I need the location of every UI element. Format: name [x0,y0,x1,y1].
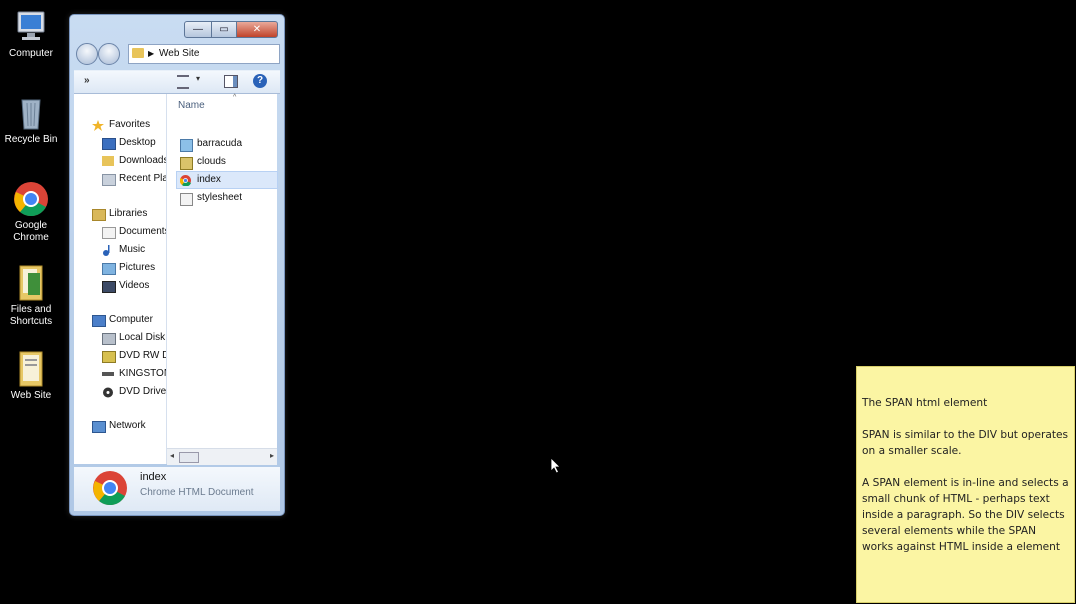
dvd-rw-icon [102,351,116,363]
navigation-row: ▶ Web Site [76,42,280,66]
scroll-left-icon[interactable]: ◂ [170,451,174,460]
details-pane: index Chrome HTML Document [74,467,280,511]
desktop-icon-files-and-shortcuts[interactable]: Files and Shortcuts [2,264,60,328]
computer-icon [12,8,50,46]
recent-places-icon [102,174,116,186]
address-text: Web Site [159,48,200,59]
views-icon[interactable] [177,75,189,89]
file-item-stylesheet[interactable]: stylesheet [177,190,277,206]
column-header-name[interactable]: Name [178,100,205,111]
scroll-right-icon[interactable]: ▸ [270,451,274,460]
window-controls: — ▭ ✕ [184,21,278,38]
close-button[interactable]: ✕ [236,21,278,38]
star-icon [92,120,104,131]
back-button[interactable] [76,43,98,65]
downloads-icon [102,156,114,166]
chrome-icon [92,470,128,506]
desktop-icon-computer[interactable]: Computer [2,8,60,60]
file-item-index[interactable]: index [176,171,278,189]
explorer-window[interactable]: — ▭ ✕ ▶ Web Site » ▾ ? Favorites Desktop… [69,14,285,516]
details-file-name: index [140,471,167,483]
local-disk-icon [102,333,116,345]
image-file-icon [180,139,193,152]
mouse-cursor-icon [550,457,561,474]
desktop-icon-label: Computer [9,48,53,59]
help-button[interactable]: ? [253,74,267,88]
maximize-button[interactable]: ▭ [211,21,237,38]
dvd-drive-icon [102,387,114,398]
views-dropdown-button[interactable]: ▾ [196,74,200,83]
close-icon: ✕ [252,24,262,35]
note-paragraph: A SPAN element is in-line and selects a … [862,477,1069,553]
desktop-icon-label: Google Chrome [13,220,49,243]
sticky-note: The SPAN html element SPAN is similar to… [856,366,1075,603]
desktop-icon-recycle-bin[interactable]: Recycle Bin [2,94,60,146]
preview-pane-button[interactable] [224,75,238,88]
breadcrumb-arrow-icon[interactable]: ▶ [148,45,154,63]
desktop-icon-google-chrome[interactable]: Google Chrome [2,180,60,244]
videos-icon [102,281,116,293]
computer-icon [92,315,106,327]
image-file-icon [180,157,193,170]
note-title: The SPAN html element [862,397,988,409]
file-item-barracuda[interactable]: barracuda [177,136,277,152]
details-file-type: Chrome HTML Document [140,487,254,498]
maximize-icon: ▭ [219,24,229,35]
minimize-button[interactable]: — [184,21,212,38]
folder-icon [12,264,50,302]
navigation-pane[interactable]: Favorites Desktop Downloads Recent Place… [74,94,167,464]
documents-icon [102,227,116,239]
desktop-icon [102,138,116,150]
sort-caret-icon: ^ [233,94,237,101]
recycle-bin-icon [12,94,50,132]
note-paragraph: SPAN is similar to the DIV but operates … [862,429,1069,457]
network-icon [92,421,106,433]
chrome-icon [12,180,50,218]
address-bar[interactable]: ▶ Web Site [128,44,280,64]
overflow-chevron-button[interactable]: » [84,75,90,86]
libraries-icon [92,209,106,221]
forward-button[interactable] [98,43,120,65]
desktop-icon-label: Web Site [10,390,52,401]
folder-icon [12,350,50,388]
file-item-clouds[interactable]: clouds [177,154,277,170]
folder-icon [132,48,144,58]
usb-drive-icon [102,372,114,376]
desktop-icon-label: Files and Shortcuts [9,304,53,327]
scroll-thumb[interactable] [179,452,199,463]
desktop-icon-web-site[interactable]: Web Site [2,350,60,402]
file-list-pane[interactable]: Name ^ barracuda clouds index stylesheet [167,94,278,464]
command-bar: » ▾ ? [74,70,280,94]
horizontal-scrollbar[interactable]: ◂ ▸ [167,448,277,465]
pictures-icon [102,263,116,275]
chrome-file-icon [179,175,191,187]
desktop-icon-label: Recycle Bin [4,134,58,145]
minimize-icon: — [193,24,203,35]
css-file-icon [180,193,193,206]
music-icon [102,245,114,256]
